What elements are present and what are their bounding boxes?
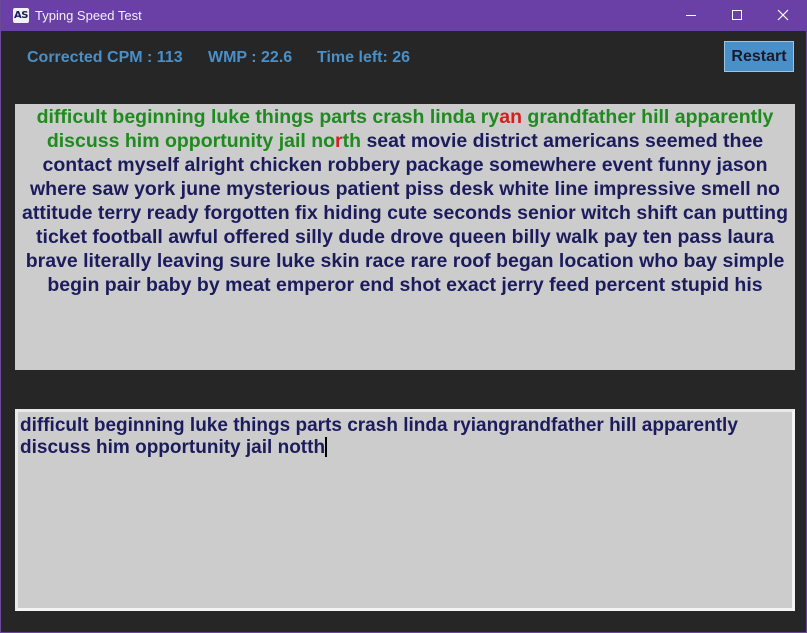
cpm-stat: Corrected CPM : 113 [27, 49, 183, 66]
target-segment: r [335, 130, 343, 152]
window-title: Typing Speed Test [35, 8, 142, 23]
target-segment: th [342, 130, 362, 152]
app-window: AS Typing Speed Test Corrected CPM : 113… [0, 0, 807, 633]
restart-button[interactable]: Restart [724, 41, 794, 72]
target-segment: an [499, 106, 522, 128]
maximize-button[interactable] [714, 0, 760, 31]
target-text-panel: difficult beginning luke things parts cr… [15, 104, 795, 370]
time-left-stat: Time left: 26 [317, 49, 411, 66]
target-segment: difficult beginning luke things parts cr… [36, 106, 500, 128]
typed-text-container: difficult beginning luke things parts cr… [20, 415, 770, 459]
minimize-button[interactable] [668, 0, 714, 31]
title-bar[interactable]: AS Typing Speed Test [1, 0, 807, 31]
app-logo-icon: AS [13, 8, 29, 23]
target-text: difficult beginning luke things parts cr… [15, 105, 795, 297]
text-caret [325, 437, 328, 457]
close-icon [777, 9, 789, 21]
close-button[interactable] [760, 0, 806, 31]
target-segment: seat movie district americans seemed the… [22, 130, 788, 296]
wpm-stat: WMP : 22.6 [208, 49, 293, 66]
typed-text: difficult beginning luke things parts cr… [20, 415, 738, 458]
typing-input[interactable]: difficult beginning luke things parts cr… [15, 409, 795, 611]
